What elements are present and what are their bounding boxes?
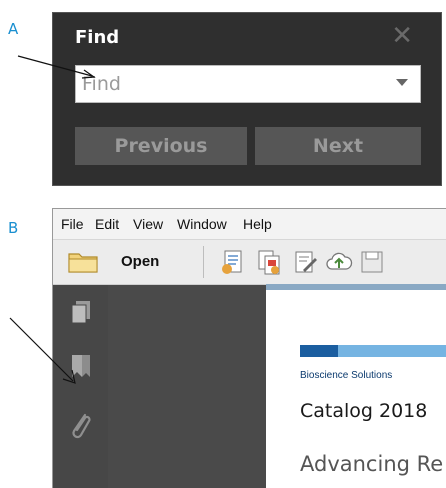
arrow-a [17,55,93,77]
annotation-arrows [9,55,96,384]
arrow-b [9,317,74,382]
